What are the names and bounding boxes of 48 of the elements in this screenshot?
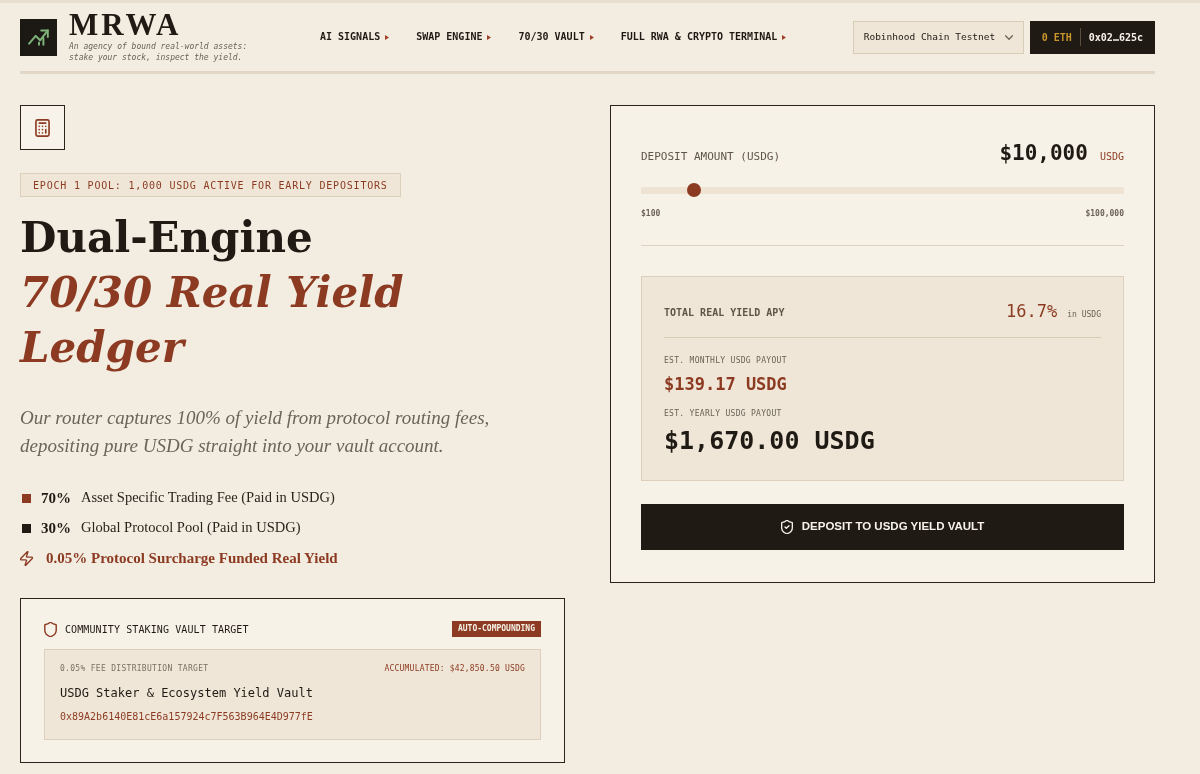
target-label: 0.05% FEE DISTRIBUTION TARGET [60,663,209,675]
split-label: Asset Specific Trading Fee (Paid in USDG) [81,488,335,508]
caret-icon [385,34,390,40]
shield-icon [44,621,57,637]
chevron-down-icon [1004,34,1013,40]
hero-title: Dual-Engine [20,212,314,264]
yearly-payout-label: EST. YEARLY USDG PAYOUT [664,408,783,420]
hero-description: Our router captures 100% of yield from protocol routing fees, depositing pure USDG straight into your vault account. [20,406,491,458]
deposit-amount: $10,000 [999,140,1088,166]
calculator-icon [20,105,65,150]
split-label: Global Protocol Pool (Paid in USDG) [81,518,301,538]
accumulated-amount: ACCUMULATED: $42,850.50 USDG [384,663,525,675]
surcharge-note: 0.05% Protocol Surcharge Funded Real Yield [46,548,338,568]
slider-min-label: $100 [641,208,661,220]
split-share: 30% [41,518,72,538]
epoch-badge: EPOCH 1 POOL: 1,000 USDG ACTIVE FOR EARLY DEPOSITORS [20,173,401,197]
vault-name: USDG Staker & Ecosystem Yield Vault [60,685,314,701]
nav-link[interactable]: 70/30 VAULT [518,30,594,44]
apy-unit: in USDG [1067,309,1101,322]
eth-balance: 0 ETH [1041,30,1072,45]
monthly-payout-label: EST. MONTHLY USDG PAYOUT [664,355,788,367]
brand-tagline: An agency of bound real-world assets: stake your stock, inspect the yield. [69,41,249,63]
network-select[interactable]: Robinhood Chain Testnet [852,20,1024,54]
apy-value: 16.7% [1006,300,1058,324]
caret-icon [782,34,787,40]
slider-thumb[interactable] [687,183,702,197]
auto-compounding-badge: AUTO-COMPOUNDING [451,621,541,637]
caret-icon [589,34,594,40]
slider-max-label: $100,000 [1085,208,1124,220]
amount-unit: USDG [1099,150,1124,164]
hero-title-accent: 70/30 Real Yield Ledger [20,267,405,374]
yearly-payout: $1,670.00 USDG [664,425,876,457]
nav-link[interactable]: SWAP ENGINE [416,30,492,44]
apy-label: TOTAL REAL YIELD APY [664,305,785,320]
nav-link[interactable]: FULL RWA & CRYPTO TERMINAL [620,30,787,44]
deposit-amount-label: DEPOSIT AMOUNT (USDG) [641,149,781,165]
wallet-button[interactable]: 0 ETH 0x02…625c [1029,20,1155,54]
deposit-button[interactable]: DEPOSIT TO USDG YIELD VAULT [641,504,1124,550]
split-share: 70% [41,488,72,508]
vault-card-title: COMMUNITY STAKING VAULT TARGET [65,622,249,637]
lightning-icon [20,550,33,566]
wallet-address: 0x02…625c [1088,30,1143,45]
vault-address: 0x89A2b6140E81cE6a157924c7F563B964E4D977fE [60,710,314,724]
shield-check-icon [780,520,793,534]
monthly-payout: $139.17 USDG [664,374,788,394]
caret-icon [487,34,492,40]
nav-link[interactable]: AI SIGNALS [320,30,390,44]
brand-name: MRWA [69,11,183,39]
